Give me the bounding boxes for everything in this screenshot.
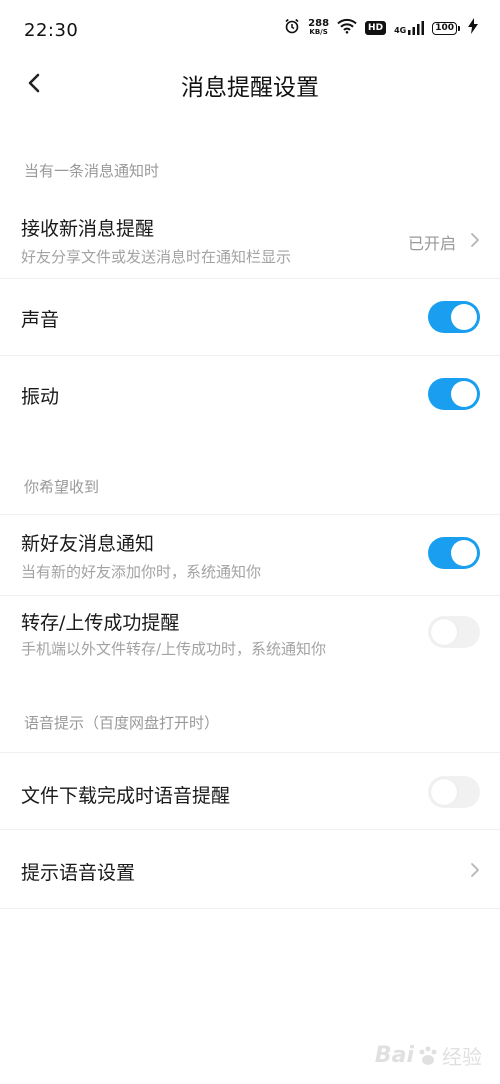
voice-settings-title: 提示语音设置	[21, 862, 136, 884]
receive-new-message-title: 接收新消息提醒	[21, 218, 155, 240]
nav-header: 消息提醒设置	[0, 58, 500, 108]
charging-icon	[468, 18, 478, 38]
new-friend-subtitle: 当有新的好友添加你时，系统通知你	[21, 563, 262, 581]
transfer-success-toggle[interactable]	[428, 616, 480, 648]
network-speed-value: 288	[308, 18, 330, 29]
paw-icon	[419, 1046, 437, 1065]
signal-icon: 4G	[394, 21, 425, 35]
chevron-right-icon	[471, 863, 479, 877]
transfer-success-row: 转存/上传成功提醒 手机端以外文件转存/上传成功时，系统通知你	[0, 596, 500, 672]
transfer-success-title: 转存/上传成功提醒	[21, 612, 180, 634]
transfer-success-subtitle: 手机端以外文件转存/上传成功时，系统通知你	[21, 640, 327, 658]
receive-new-message-subtitle: 好友分享文件或发送消息时在通知栏显示	[21, 248, 292, 266]
toggle-knob	[431, 779, 457, 805]
network-speed: 288 KB/S	[308, 19, 329, 37]
status-icons: 288 KB/S HD 4G 100	[284, 18, 478, 38]
vibrate-row: 振动	[0, 356, 500, 432]
toggle-knob	[451, 381, 477, 407]
vibrate-title: 振动	[21, 386, 60, 408]
voice-settings-row[interactable]: 提示语音设置	[0, 830, 500, 908]
status-bar: 22:30 288 KB/S HD 4G 100	[0, 0, 500, 58]
section-label-receive: 你希望收到	[24, 478, 100, 496]
download-voice-toggle[interactable]	[428, 776, 480, 808]
section-label-voice: 语音提示（百度网盘打开时）	[24, 714, 220, 732]
chevron-right-icon	[471, 233, 479, 247]
network-speed-unit: KB/S	[309, 28, 328, 36]
wifi-icon	[337, 18, 357, 38]
hd-icon: HD	[365, 21, 387, 35]
download-voice-title: 文件下载完成时语音提醒	[21, 785, 231, 807]
page-title: 消息提醒设置	[181, 75, 319, 101]
sound-row: 声音	[0, 279, 500, 355]
toggle-knob	[451, 304, 477, 330]
sound-toggle[interactable]	[428, 301, 480, 333]
toggle-knob	[431, 619, 457, 645]
vibrate-toggle[interactable]	[428, 378, 480, 410]
section-label-notification: 当有一条消息通知时	[24, 162, 160, 180]
watermark-text-2: 经验	[442, 1045, 482, 1069]
receive-new-message-row[interactable]: 接收新消息提醒 好友分享文件或发送消息时在通知栏显示 已开启	[0, 200, 500, 278]
battery-level: 100	[432, 21, 457, 35]
new-friend-title: 新好友消息通知	[21, 533, 155, 555]
toggle-knob	[451, 540, 477, 566]
battery-icon: 100	[432, 21, 460, 35]
baidu-watermark: Bai 经验	[375, 1041, 482, 1070]
network-type: 4G	[394, 26, 407, 35]
new-friend-toggle[interactable]	[428, 537, 480, 569]
watermark-text: Bai	[374, 1043, 414, 1068]
new-friend-row: 新好友消息通知 当有新的好友添加你时，系统通知你	[0, 515, 500, 595]
sound-title: 声音	[21, 309, 60, 331]
divider	[0, 908, 500, 909]
download-voice-row: 文件下载完成时语音提醒	[0, 753, 500, 829]
status-time: 22:30	[24, 20, 79, 41]
alarm-icon	[284, 18, 300, 38]
battery-tip	[458, 25, 460, 31]
receive-new-message-status: 已开启	[407, 234, 456, 253]
